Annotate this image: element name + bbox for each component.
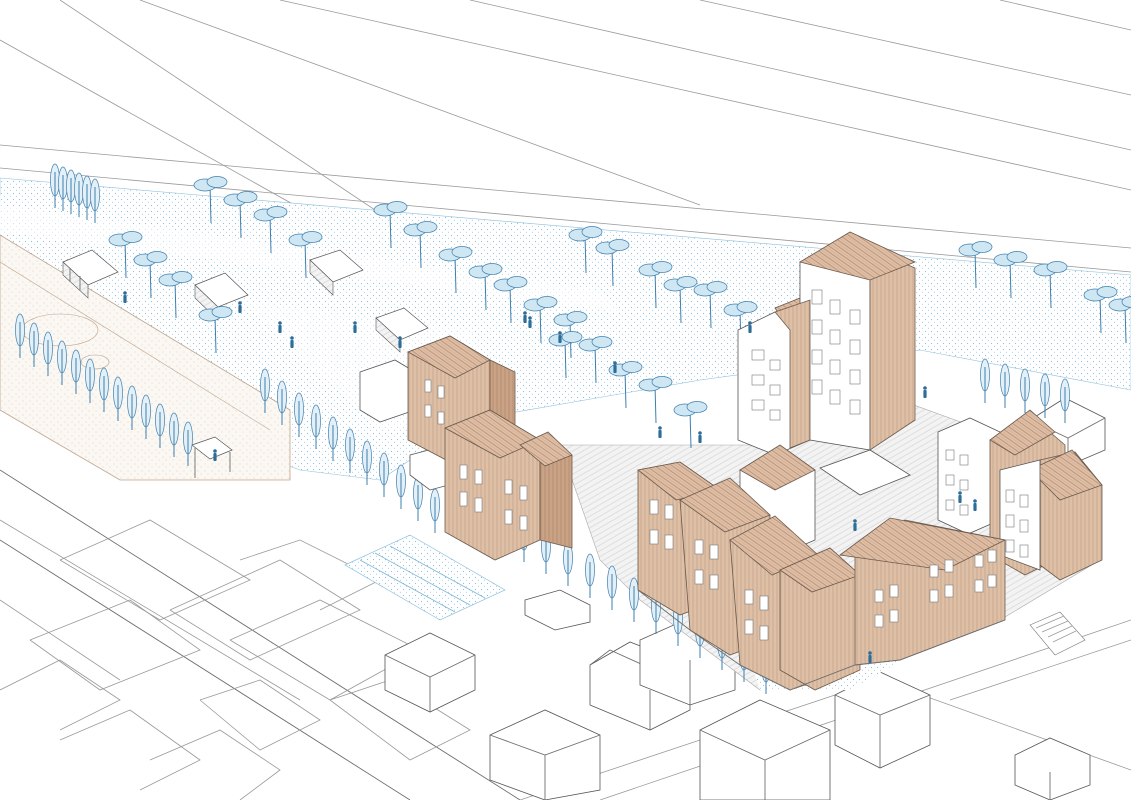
person-icon <box>213 449 217 461</box>
person-icon <box>523 311 527 323</box>
person-icon <box>658 426 662 438</box>
person-icon <box>558 331 562 343</box>
person-icon <box>958 491 962 503</box>
poplar-tree-icon <box>1020 368 1030 413</box>
isometric-site-drawing <box>0 0 1131 800</box>
umbrella-pine-icon <box>638 376 673 424</box>
context-house-7 <box>1014 737 1091 800</box>
person-icon <box>748 321 752 333</box>
poplar-tree-icon <box>396 464 406 509</box>
person-icon <box>973 499 977 511</box>
context-house-9 <box>524 589 591 631</box>
poplar-tree-icon <box>379 452 389 497</box>
person-icon <box>353 321 357 333</box>
context-house-4 <box>489 709 601 800</box>
poplar-tree-icon <box>607 565 617 610</box>
person-icon <box>698 431 702 443</box>
poplar-tree-icon <box>585 553 595 598</box>
person-icon <box>123 291 127 303</box>
person-icon <box>290 336 294 348</box>
context-house-5 <box>699 699 831 800</box>
poplar-tree-icon <box>629 577 639 622</box>
person-icon <box>528 316 532 328</box>
poplar-tree-icon <box>563 541 573 586</box>
umbrella-pine-icon <box>673 401 708 449</box>
context-house-1 <box>384 632 476 713</box>
poplar-tree-icon <box>430 488 440 533</box>
poplar-tree-icon <box>1000 363 1010 408</box>
person-icon <box>278 321 282 333</box>
person-icon <box>238 301 242 313</box>
person-icon <box>398 336 402 348</box>
poplar-tree-icon <box>980 358 990 403</box>
person-icon <box>868 651 872 663</box>
person-icon <box>923 386 927 398</box>
person-icon <box>613 361 617 373</box>
person-icon <box>853 519 857 531</box>
stairs-right <box>1029 611 1086 656</box>
